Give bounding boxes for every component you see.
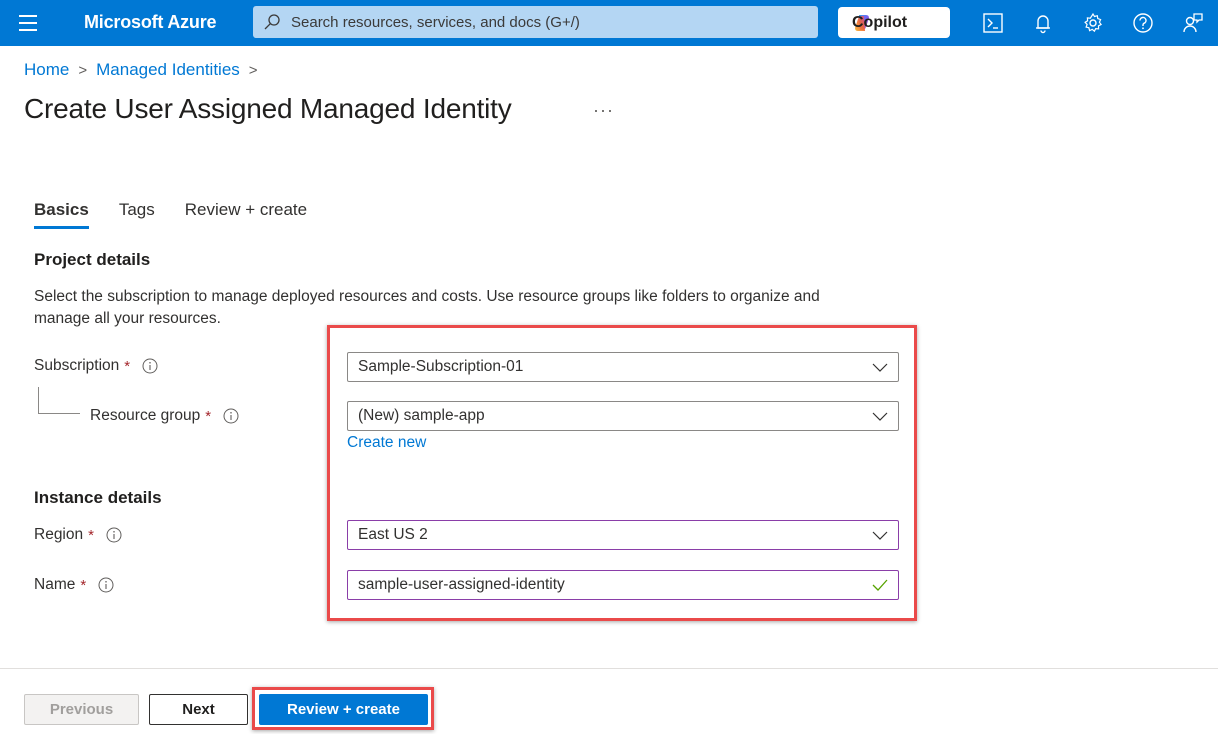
- region-label: Region *: [34, 526, 122, 544]
- notifications-bell-icon[interactable]: [1030, 10, 1056, 36]
- create-new-resource-group-link[interactable]: Create new: [347, 434, 426, 452]
- chevron-down-icon: [872, 363, 888, 372]
- cloud-shell-icon[interactable]: [980, 10, 1006, 36]
- name-value: sample-user-assigned-identity: [358, 576, 565, 593]
- region-label-text: Region: [34, 526, 84, 543]
- required-asterisk: *: [124, 357, 131, 375]
- copilot-button[interactable]: Copilot: [838, 7, 950, 38]
- resource-group-value: (New) sample-app: [358, 407, 485, 424]
- subscription-value: Sample-Subscription-01: [358, 358, 524, 375]
- azure-top-bar: Microsoft Azure Copilot: [0, 0, 1218, 46]
- name-label: Name *: [34, 576, 114, 594]
- subscription-label: Subscription *: [34, 357, 158, 375]
- region-dropdown[interactable]: East US 2: [347, 520, 899, 550]
- region-value: East US 2: [358, 526, 428, 543]
- info-icon[interactable]: [106, 527, 122, 543]
- global-search-box[interactable]: [253, 6, 818, 38]
- valid-checkmark-icon: [872, 579, 888, 591]
- brand-title[interactable]: Microsoft Azure: [84, 12, 217, 33]
- help-question-icon[interactable]: [1130, 10, 1156, 36]
- instance-details-heading: Instance details: [34, 488, 162, 507]
- required-asterisk: *: [80, 576, 87, 594]
- wizard-tabs: Basics Tags Review + create: [34, 200, 337, 229]
- breadcrumb-chevron-icon: >: [248, 61, 258, 79]
- review-create-button[interactable]: Review + create: [259, 694, 428, 725]
- next-button[interactable]: Next: [149, 694, 248, 725]
- resource-group-label-text: Resource group: [90, 407, 201, 424]
- tab-basics[interactable]: Basics: [34, 200, 89, 229]
- subscription-label-text: Subscription: [34, 357, 120, 374]
- info-icon[interactable]: [98, 577, 114, 593]
- copilot-label: Copilot: [852, 13, 908, 31]
- breadcrumb-managed-identities[interactable]: Managed Identities: [96, 60, 240, 80]
- portal-menu-hamburger-icon[interactable]: [17, 13, 39, 33]
- settings-gear-icon[interactable]: [1080, 10, 1106, 36]
- previous-button[interactable]: Previous: [24, 694, 139, 725]
- tab-tags[interactable]: Tags: [119, 200, 155, 229]
- resource-group-dropdown[interactable]: (New) sample-app: [347, 401, 899, 431]
- info-icon[interactable]: [223, 408, 239, 424]
- breadcrumb: Home > Managed Identities >: [24, 60, 267, 80]
- tab-review-create[interactable]: Review + create: [185, 200, 307, 229]
- resource-group-label: Resource group *: [90, 407, 239, 425]
- chevron-down-icon: [872, 531, 888, 540]
- hierarchy-connector-line: [38, 387, 80, 414]
- more-options-ellipsis-icon[interactable]: ···: [593, 100, 614, 121]
- breadcrumb-chevron-icon: >: [78, 61, 88, 79]
- chevron-down-icon: [872, 412, 888, 421]
- search-icon: [264, 14, 280, 30]
- info-icon[interactable]: [142, 358, 158, 374]
- feedback-person-icon[interactable]: [1180, 10, 1206, 36]
- project-details-description: Select the subscription to manage deploy…: [34, 288, 820, 327]
- required-asterisk: *: [88, 526, 94, 544]
- name-input[interactable]: sample-user-assigned-identity: [347, 570, 899, 600]
- project-details-heading: Project details: [34, 250, 151, 269]
- subscription-dropdown[interactable]: Sample-Subscription-01: [347, 352, 899, 382]
- breadcrumb-home[interactable]: Home: [24, 60, 69, 80]
- name-label-text: Name: [34, 576, 76, 593]
- search-input[interactable]: [291, 13, 791, 31]
- footer-divider: [0, 668, 1218, 669]
- required-asterisk: *: [205, 407, 212, 425]
- page-title: Create User Assigned Managed Identity: [24, 93, 512, 124]
